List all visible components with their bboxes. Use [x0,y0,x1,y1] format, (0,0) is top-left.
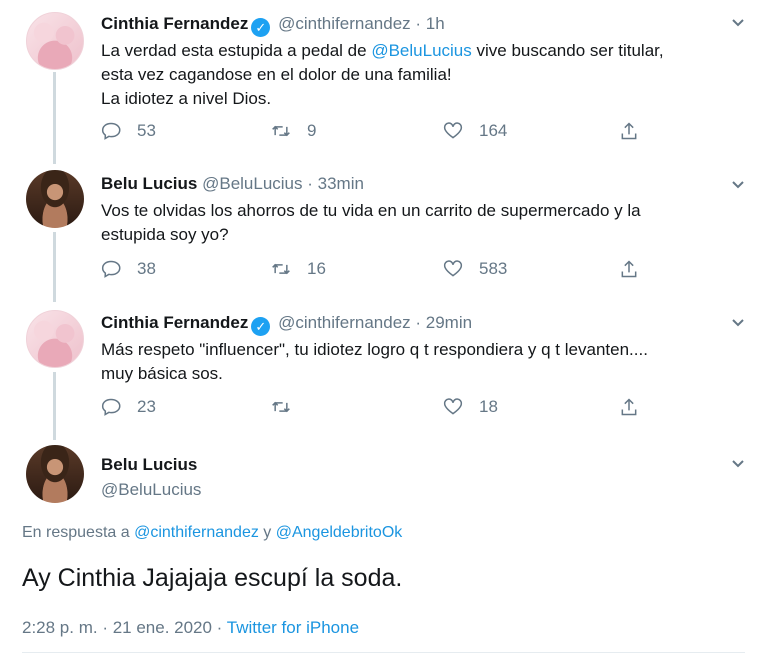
tweet-text: Más respeto "influencer", tu idiotez log… [101,340,648,383]
divider [22,652,745,653]
share-icon [621,122,637,140]
user-handle-time[interactable]: @BeluLucius · 33min [202,174,364,193]
like-button[interactable]: 18 [443,397,498,417]
retweet-button[interactable] [271,397,307,417]
tweet-text: Vos te olvidas los ahorros de tu vida en… [101,201,641,244]
reply-button[interactable]: 23 [101,397,156,417]
tweet-actions: 38 16 583 [101,259,661,283]
chevron-down-icon[interactable] [731,316,745,330]
tweet-header: Cinthia Fernandez ✓ @cinthifernandez · 1h [101,14,445,37]
verified-badge-icon: ✓ [251,18,271,37]
chevron-down-icon[interactable] [731,457,745,471]
like-button[interactable]: 164 [443,121,507,141]
share-button[interactable] [619,121,655,141]
retweet-icon [272,125,290,137]
share-button[interactable] [619,397,655,417]
tweet[interactable]: Belu Lucius @BeluLucius · 33min Vos te o… [0,165,767,305]
verified-badge-icon: ✓ [251,317,271,336]
like-button[interactable]: 583 [443,259,507,279]
chevron-down-icon[interactable] [731,16,745,30]
tweet[interactable]: Cinthia Fernandez ✓ @cinthifernandez · 1h… [0,0,767,165]
retweet-button[interactable]: 9 [271,121,316,141]
reply-icon [101,260,121,278]
user-name[interactable]: Cinthia Fernandez [101,14,248,33]
reply-icon [101,122,121,140]
tweet-header: Cinthia Fernandez ✓ @cinthifernandez · 29… [101,313,472,336]
retweet-icon [272,401,290,413]
retweet-icon [272,263,290,275]
heart-icon [443,260,463,277]
tweet-text: La verdad esta estupida a pedal de @Belu… [101,41,664,108]
tweet-actions: 53 9 164 [101,121,661,145]
user-name[interactable]: Belu Lucius [101,174,197,193]
tweet-actions: 23 18 [101,397,661,421]
user-handle-time[interactable]: @cinthifernandez · 1h [278,14,445,33]
user-handle[interactable]: @BeluLucius [101,480,201,500]
share-icon [621,398,637,416]
avatar[interactable] [26,445,84,503]
avatar[interactable] [26,310,84,368]
reply-icon [101,398,121,416]
tweet[interactable]: Cinthia Fernandez ✓ @cinthifernandez · 29… [0,305,767,440]
avatar[interactable] [26,170,84,228]
mention-link[interactable]: @BeluLucius [371,41,471,60]
mention-link[interactable]: @cinthifernandez [134,524,259,541]
tweet-header: Belu Lucius @BeluLucius · 33min [101,174,364,194]
reply-button[interactable]: 53 [101,121,156,141]
reply-context: En respuesta a @cinthifernandez y @Angel… [22,524,403,541]
heart-icon [443,398,463,415]
user-name[interactable]: Cinthia Fernandez [101,313,248,332]
user-handle-time[interactable]: @cinthifernandez · 29min [278,313,472,332]
chevron-down-icon[interactable] [731,178,745,192]
reply-button[interactable]: 38 [101,259,156,279]
source-link[interactable]: Twitter for iPhone [227,618,359,637]
heart-icon [443,122,463,139]
focused-tweet-text: Ay Cinthia Jajajaja escupí la soda. [22,564,403,592]
retweet-button[interactable]: 16 [271,259,326,279]
share-icon [621,260,637,278]
tweet-timestamp: 2:28 p. m. · 21 ene. 2020 · Twitter for … [22,618,360,637]
avatar[interactable] [26,12,84,70]
mention-link[interactable]: @AngeldebritoOk [276,524,403,541]
share-button[interactable] [619,259,655,279]
user-name[interactable]: Belu Lucius [101,455,197,475]
